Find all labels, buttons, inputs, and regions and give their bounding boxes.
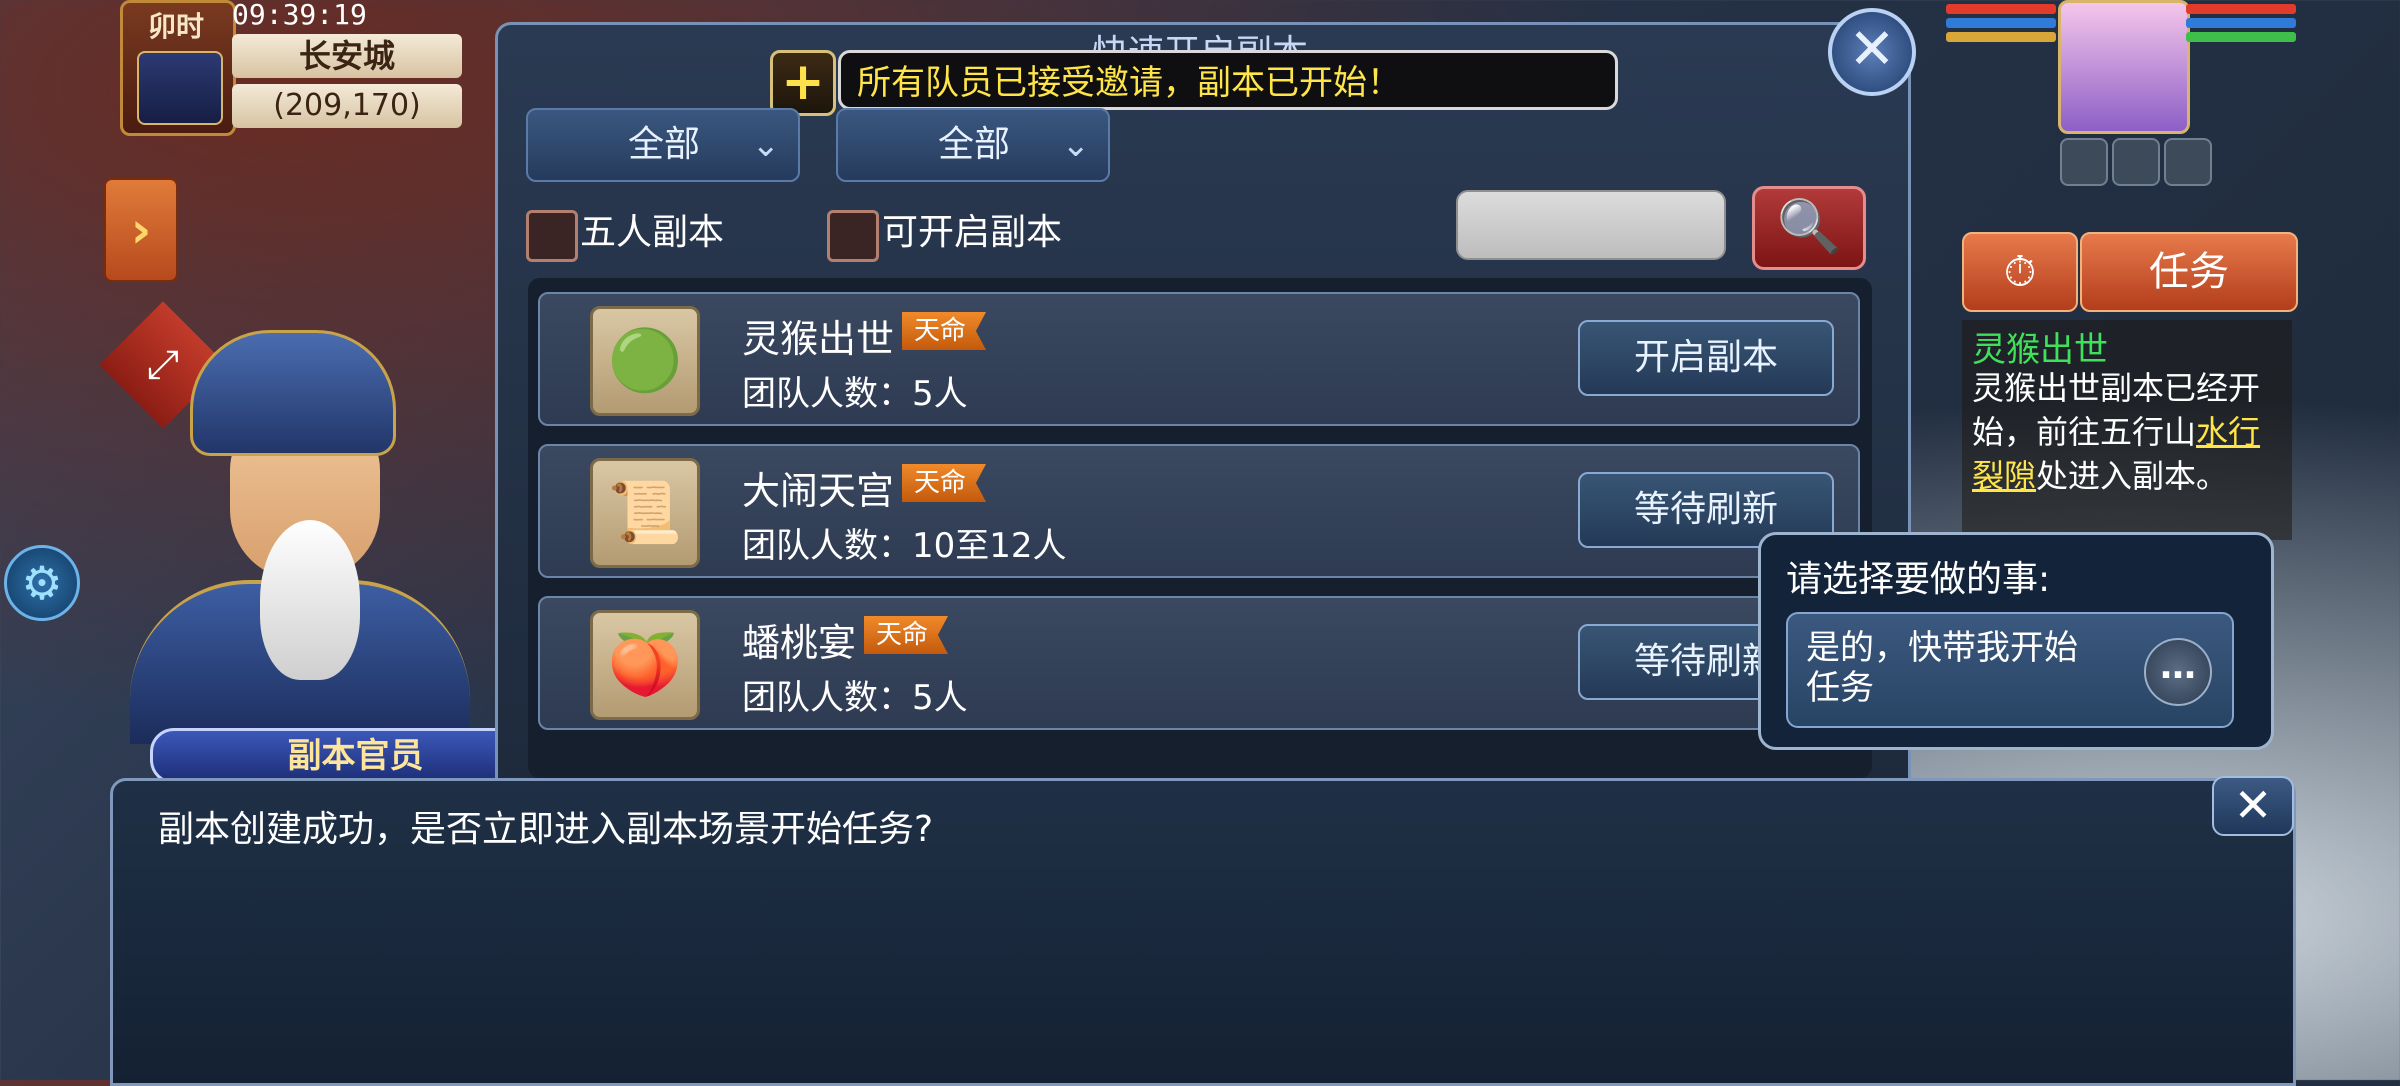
choice-title: 请选择要做的事: [1786,559,2051,600]
list-item[interactable]: 🟢 灵猴出世 天命 团队人数：5人 开启副本 [538,292,1860,426]
level-dropdown[interactable]: 全部 ⌄ [836,108,1110,182]
dungeon-list[interactable]: 🟢 灵猴出世 天命 团队人数：5人 开启副本 📜 大闹天宫 天命 团队人数：10… [528,278,1872,778]
coordinates[interactable]: (209,170) [232,84,462,128]
quest-tab[interactable]: 任务 [2080,232,2298,312]
category-dropdown-value: 全部 [628,124,701,165]
mp-bar [2186,18,2296,28]
time-label: 09:39:19 [232,0,367,31]
dungeon-name: 大闹天宫 [742,469,895,513]
dungeon-name: 灵猴出世 [742,317,895,361]
tianming-badge: 天命 [864,616,949,654]
npc-beard [260,520,360,680]
list-item[interactable]: 📜 大闹天宫 天命 团队人数：10至12人 等待刷新 [538,444,1860,578]
openable-label: 可开启副本 [882,212,1063,253]
list-item[interactable]: 🍑 蟠桃宴 天命 团队人数：5人 等待刷新 [538,596,1860,730]
timer-icon[interactable]: ⏱ [1962,232,2078,312]
quest-title[interactable]: 灵猴出世 [1972,322,2108,371]
category-dropdown[interactable]: 全部 ⌄ [526,108,800,182]
team-size: 团队人数：5人 [742,678,968,718]
hp-bar [1946,4,2056,14]
tianming-badge: 天命 [902,312,987,350]
player-bars [2186,4,2296,74]
location-hud: 卯时 09:39:19 长安城 (209,170) [120,0,462,136]
status-slot[interactable] [2060,138,2108,186]
settings-gear-icon[interactable]: ⚙ [4,545,80,621]
dungeon-name: 蟠桃宴 [742,621,857,665]
level-dropdown-value: 全部 [938,124,1011,165]
system-notice: 所有队员已接受邀请，副本已开始！ [838,50,1618,110]
hp-bar [2186,4,2296,14]
team-size: 团队人数：10至12人 [742,526,1067,566]
more-icon[interactable]: … [2144,638,2212,706]
scroll-icon: 📜 [590,458,700,568]
tianming-badge: 天命 [902,464,987,502]
five-person-checkbox[interactable] [526,210,578,262]
plus-icon[interactable]: + [770,50,836,116]
open-dungeon-button[interactable]: 开启副本 [1578,320,1834,396]
status-slot[interactable] [2112,138,2160,186]
map-emblem-icon [137,51,223,125]
clock-box[interactable]: 卯时 [120,0,236,136]
npc-portrait [110,330,510,744]
jade-monkey-icon: 🟢 [590,306,700,416]
chevron-down-icon: ⌄ [1061,125,1091,165]
city-name[interactable]: 长安城 [232,34,462,78]
five-person-label: 五人副本 [580,212,725,253]
choice-option-label[interactable]: 是的，快带我开始任务 [1806,628,2106,708]
status-slot[interactable] [2164,138,2212,186]
expand-arrow-button[interactable]: › [104,178,178,282]
npc-dialog-text: 副本创建成功，是否立即进入副本场景开始任务? [158,809,934,850]
close-icon[interactable]: ✕ [2212,776,2294,836]
npc-hat [190,330,396,456]
search-icon: 🔍 [1776,197,1842,257]
search-button[interactable]: 🔍 [1752,186,1866,270]
team-size: 团队人数：5人 [742,374,968,414]
peach-icon: 🍑 [590,610,700,720]
search-input[interactable] [1456,190,1726,260]
close-icon[interactable]: ✕ [1828,8,1916,96]
chevron-down-icon: ⌄ [751,125,781,165]
quest-description: 灵猴出世副本已经开始，前往五行山水行裂隙处进入副本。 [1972,366,2262,498]
mp-bar [1946,18,2056,28]
quest-text-end: 处进入副本。 [2036,457,2229,495]
party-bars [1946,4,2056,74]
shichen-label: 卯时 [147,10,204,43]
exp-bar [2186,32,2296,42]
openable-checkbox[interactable] [827,210,879,262]
sp-bar [1946,32,2056,42]
player-avatar[interactable] [2058,0,2190,134]
